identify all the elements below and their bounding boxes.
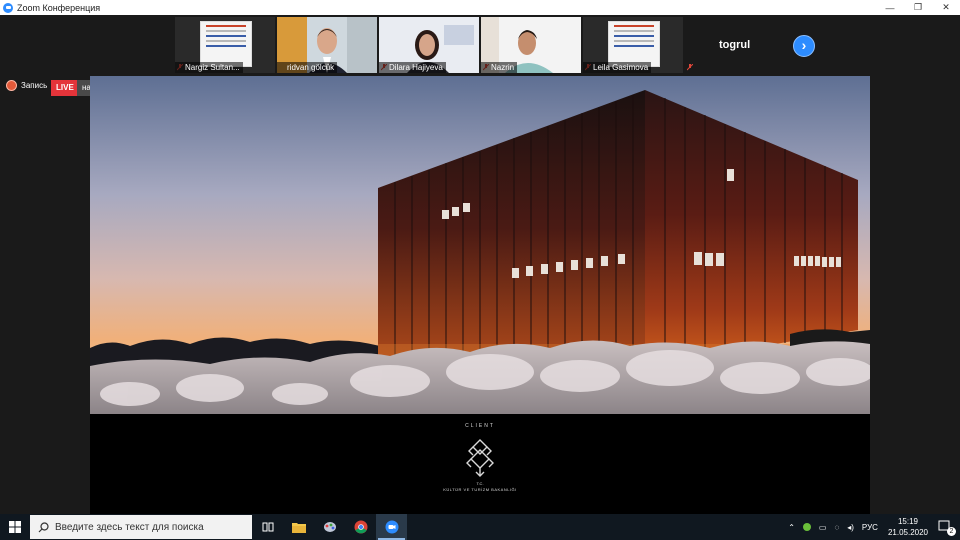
ministry-abbr: T.C. <box>476 481 484 486</box>
participant-name: Dilara Hajiyeva <box>379 62 446 73</box>
recording-label: Запись <box>21 81 48 90</box>
zoom-taskbar-button[interactable] <box>376 514 407 540</box>
file-explorer-button[interactable] <box>283 514 314 540</box>
app-button[interactable] <box>314 514 345 540</box>
shared-slide-thumbnail <box>200 21 252 67</box>
participant-name: ridvan gölcük <box>277 62 338 73</box>
task-view-button[interactable] <box>252 514 283 540</box>
participant-name: togrul <box>719 39 751 51</box>
record-icon <box>6 80 17 91</box>
taskbar-search-box[interactable]: Введите здесь текст для поиска <box>30 515 252 539</box>
clock-time: 15:19 <box>897 517 918 526</box>
participant-name: Leila Gasimova <box>583 62 652 73</box>
shared-screen-photo <box>90 76 870 414</box>
search-placeholder: Введите здесь текст для поиска <box>55 521 204 533</box>
client-label: CLIENT <box>465 423 495 429</box>
participant-tile[interactable]: ridvan gölcük <box>277 17 377 73</box>
windows-taskbar: Введите здесь текст для поиска ⌃ ▭ ◌ ◂) … <box>0 514 960 540</box>
participant-tile[interactable]: togrul <box>685 17 785 73</box>
chrome-icon <box>354 520 367 534</box>
volume-icon[interactable]: ◂) <box>847 523 854 532</box>
zoom-logo-icon <box>3 2 13 13</box>
system-tray: ⌃ ▭ ◌ ◂) РУС 15:19 21.05.2020 2 <box>784 514 960 540</box>
search-icon <box>38 521 49 532</box>
live-badge[interactable]: LIVE <box>51 80 79 96</box>
window-titlebar: Zoom Конференция — ❐ ✕ <box>0 0 960 15</box>
language-indicator[interactable]: РУС <box>862 523 878 532</box>
restore-button[interactable]: ❐ <box>904 0 932 15</box>
participant-name: Nargiz Sultan... <box>175 62 243 73</box>
close-button[interactable]: ✕ <box>932 0 960 15</box>
participant-tile[interactable]: Dilara Hajiyeva <box>379 17 479 73</box>
chevron-right-icon: › <box>801 37 807 53</box>
participant-tile[interactable]: Nazrin <box>481 17 581 73</box>
muted-mic-icon <box>687 64 693 71</box>
minimize-button[interactable]: — <box>876 0 904 15</box>
chevron-up-icon[interactable]: ⌃ <box>788 523 795 532</box>
clock-date: 21.05.2020 <box>887 528 928 537</box>
shared-slide-thumbnail <box>608 21 660 67</box>
battery-icon[interactable]: ▭ <box>819 523 827 532</box>
task-view-icon <box>262 522 273 532</box>
participant-gallery: Nargiz Sultan... ridvan gölcük Dilara Ha… <box>0 15 960 75</box>
network-icon[interactable]: ◌ <box>834 523 839 532</box>
clock[interactable]: 15:19 21.05.2020 <box>888 516 928 538</box>
zoom-icon <box>385 520 398 534</box>
ministry-logo-icon <box>466 439 494 477</box>
participant-tile[interactable]: Leila Gasimova <box>583 17 683 73</box>
app-tray-icon[interactable] <box>802 523 811 531</box>
participant-name: Nazrin <box>481 62 518 73</box>
client-logo-panel: CLIENT T.C. KÜLTÜR VE TURİZM BAKANLIĞI <box>90 414 870 514</box>
paint-app-icon <box>323 522 336 532</box>
next-page-button[interactable]: › <box>793 35 815 57</box>
notifications-button[interactable]: 2 <box>938 520 956 536</box>
chrome-button[interactable] <box>345 514 376 540</box>
ministry-name: KÜLTÜR VE TURİZM BAKANLIĞI <box>443 487 517 492</box>
windows-logo-icon <box>9 521 21 533</box>
folder-icon <box>291 523 306 533</box>
participant-tile[interactable]: Nargiz Sultan... <box>175 17 275 73</box>
window-title: Zoom Конференция <box>17 2 101 13</box>
notification-count: 2 <box>947 527 956 536</box>
start-button[interactable] <box>0 514 30 540</box>
recording-indicator[interactable]: Запись <box>6 80 47 91</box>
